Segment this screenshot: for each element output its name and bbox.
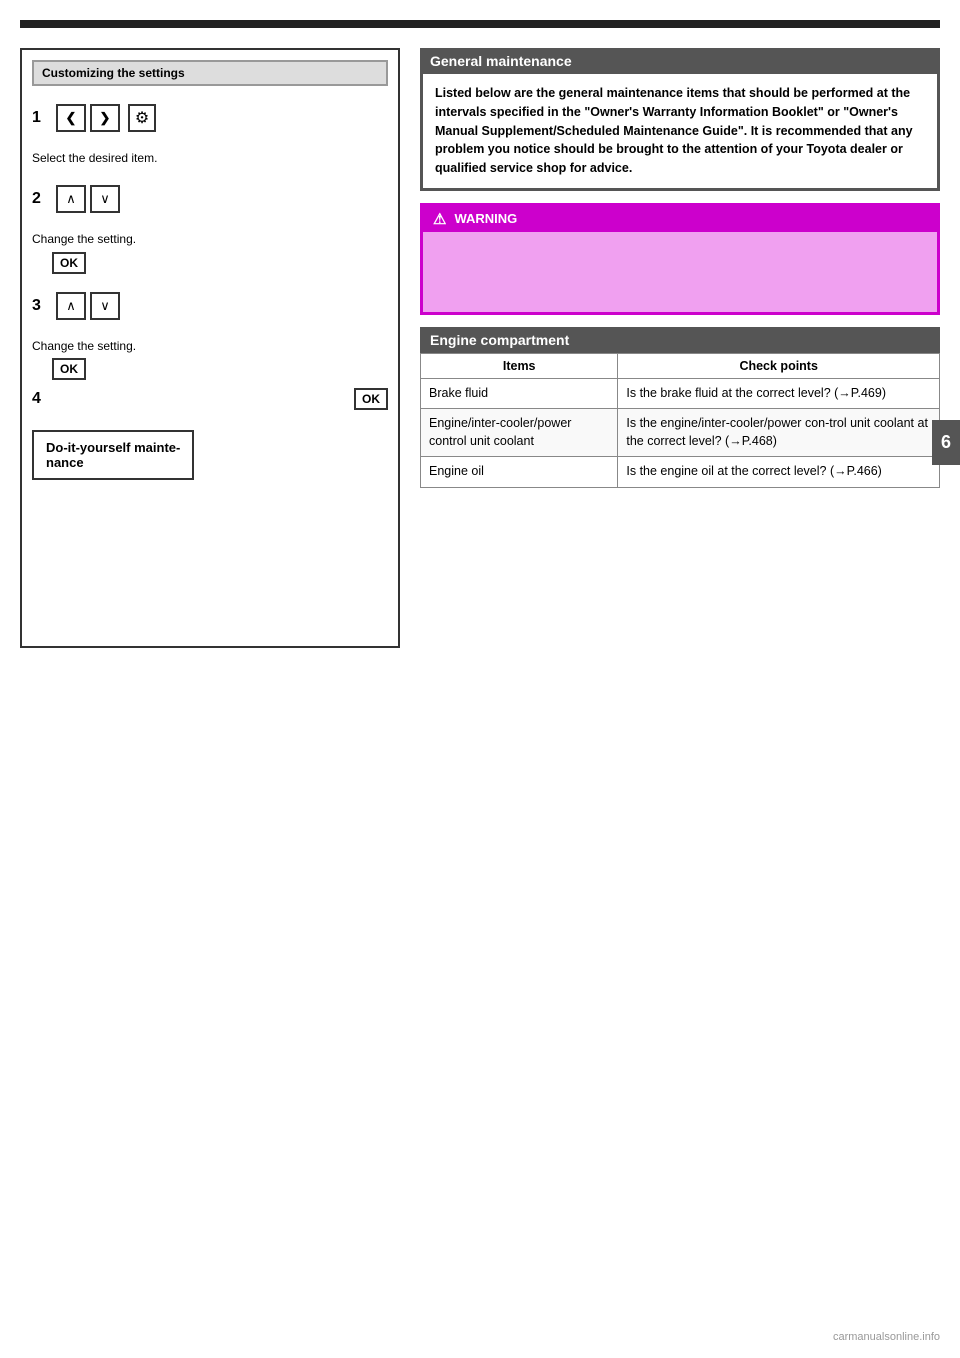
step-1-left-btn[interactable]: ❮ — [56, 104, 86, 132]
step-3-label: Change the setting. — [32, 338, 388, 355]
check-brake-fluid: Is the brake fluid at the correct level?… — [618, 378, 940, 409]
item-engine-coolant-text: Engine/inter-cooler/power control unit c… — [429, 416, 571, 448]
step-3-buttons: ∧ ∨ — [56, 292, 120, 320]
step-4-number: 4 — [32, 390, 48, 408]
item-brake-fluid: Brake fluid — [421, 378, 618, 409]
check-engine-oil-text: Is the engine oil at the correct level? … — [626, 464, 881, 478]
top-bar — [20, 20, 940, 28]
col-header-check-points: Check points — [618, 353, 940, 378]
footer-watermark: carmanualsonline.info — [833, 1331, 940, 1343]
diy-box: Do-it-yourself mainte- nance — [32, 430, 194, 480]
step-1-row: 1 ❮ ❯ ⚙ — [32, 104, 388, 167]
chevron-down-icon-2: ∨ — [100, 298, 110, 314]
step-1-number: 1 — [32, 109, 48, 127]
diy-line1: Do-it-yourself mainte- — [46, 440, 180, 455]
diy-line2: nance — [46, 455, 180, 470]
col-header-items: Items — [421, 353, 618, 378]
col-check-label: Check points — [739, 359, 818, 373]
col-items-label: Items — [503, 359, 536, 373]
table-row: Engine/inter-cooler/power control unit c… — [421, 409, 940, 457]
chevron-down-icon: ∨ — [100, 191, 110, 207]
warning-header: ⚠ WARNING — [423, 206, 937, 232]
step-1-right-btn[interactable]: ❯ — [90, 104, 120, 132]
check-engine-coolant-text: Is the engine/inter-cooler/power con-tro… — [626, 416, 928, 448]
chevron-right-icon: ❯ — [100, 110, 111, 126]
page-container: 6 Customizing the settings 1 ❮ — [0, 0, 960, 1358]
chapter-number: 6 — [941, 432, 951, 452]
step-2-label: Change the setting. — [32, 231, 388, 248]
warning-title: WARNING — [454, 211, 517, 226]
step-4-row: 4 OK — [32, 388, 388, 410]
chevron-left-icon: ❮ — [66, 110, 77, 126]
left-column: Customizing the settings 1 ❮ ❯ — [20, 48, 400, 648]
step-2-down-btn[interactable]: ∨ — [90, 185, 120, 213]
step-3: 3 ∧ ∨ — [32, 292, 388, 320]
step-3-number: 3 — [32, 297, 48, 315]
left-column-inner: Customizing the settings 1 ❮ ❯ — [20, 48, 400, 648]
item-engine-coolant: Engine/inter-cooler/power control unit c… — [421, 409, 618, 457]
left-header-text: Customizing the settings — [42, 66, 185, 80]
step-3-row: 3 ∧ ∨ Change the setting. — [32, 292, 388, 355]
warning-content — [423, 232, 937, 312]
item-brake-fluid-text: Brake fluid — [429, 386, 488, 400]
chapter-tab: 6 — [932, 420, 960, 465]
check-engine-coolant: Is the engine/inter-cooler/power con-tro… — [618, 409, 940, 457]
step-3-up-btn[interactable]: ∧ — [56, 292, 86, 320]
gear-settings-btn[interactable]: ⚙ — [128, 104, 156, 132]
ok-after-step2: OK — [52, 252, 388, 274]
item-engine-oil: Engine oil — [421, 457, 618, 488]
step-3-text: Change the setting. — [32, 339, 136, 353]
step-2-buttons: ∧ ∨ — [56, 185, 120, 213]
gear-icon: ⚙ — [135, 108, 149, 128]
ok-btn-2[interactable]: OK — [52, 252, 86, 274]
step-2-text: Change the setting. — [32, 232, 136, 246]
step-1-buttons: ❮ ❯ ⚙ — [56, 104, 156, 132]
item-engine-oil-text: Engine oil — [429, 464, 484, 478]
step-2-up-btn[interactable]: ∧ — [56, 185, 86, 213]
general-maintenance-text: Listed below are the general maintenance… — [435, 86, 913, 175]
general-maintenance-title: General maintenance — [430, 53, 572, 69]
engine-compartment-header: Engine compartment — [420, 327, 940, 353]
maintenance-table: Items Check points Brake fluid Is the br — [420, 353, 940, 488]
ok-btn-4[interactable]: OK — [354, 388, 388, 410]
watermark-text: carmanualsonline.info — [833, 1331, 940, 1343]
left-header: Customizing the settings — [32, 60, 388, 86]
step-2-row: 2 ∧ ∨ Change the setting. — [32, 185, 388, 248]
check-engine-oil: Is the engine oil at the correct level? … — [618, 457, 940, 488]
warning-triangle-icon: ⚠ — [433, 210, 446, 228]
ok-btn-3[interactable]: OK — [52, 358, 86, 380]
chevron-up-icon: ∧ — [66, 191, 76, 207]
step-3-down-btn[interactable]: ∨ — [90, 292, 120, 320]
check-brake-fluid-text: Is the brake fluid at the correct level?… — [626, 386, 886, 400]
general-maintenance-header: General maintenance — [420, 48, 940, 74]
main-content: Customizing the settings 1 ❮ ❯ — [20, 48, 940, 648]
table-row: Engine oil Is the engine oil at the corr… — [421, 457, 940, 488]
step-2-number: 2 — [32, 190, 48, 208]
step-2: 2 ∧ ∨ — [32, 185, 388, 213]
engine-compartment-title: Engine compartment — [430, 332, 569, 348]
ok-after-step3: OK — [52, 358, 388, 380]
warning-box: ⚠ WARNING — [420, 203, 940, 315]
general-maintenance-body: Listed below are the general maintenance… — [420, 74, 940, 191]
step-1: 1 ❮ ❯ ⚙ — [32, 104, 388, 132]
step-1-text: Select the desired item. — [32, 151, 157, 165]
table-row: Brake fluid Is the brake fluid at the co… — [421, 378, 940, 409]
step-1-label: Select the desired item. — [32, 150, 388, 167]
chevron-up-icon-2: ∧ — [66, 298, 76, 314]
right-column: General maintenance Listed below are the… — [420, 48, 940, 648]
